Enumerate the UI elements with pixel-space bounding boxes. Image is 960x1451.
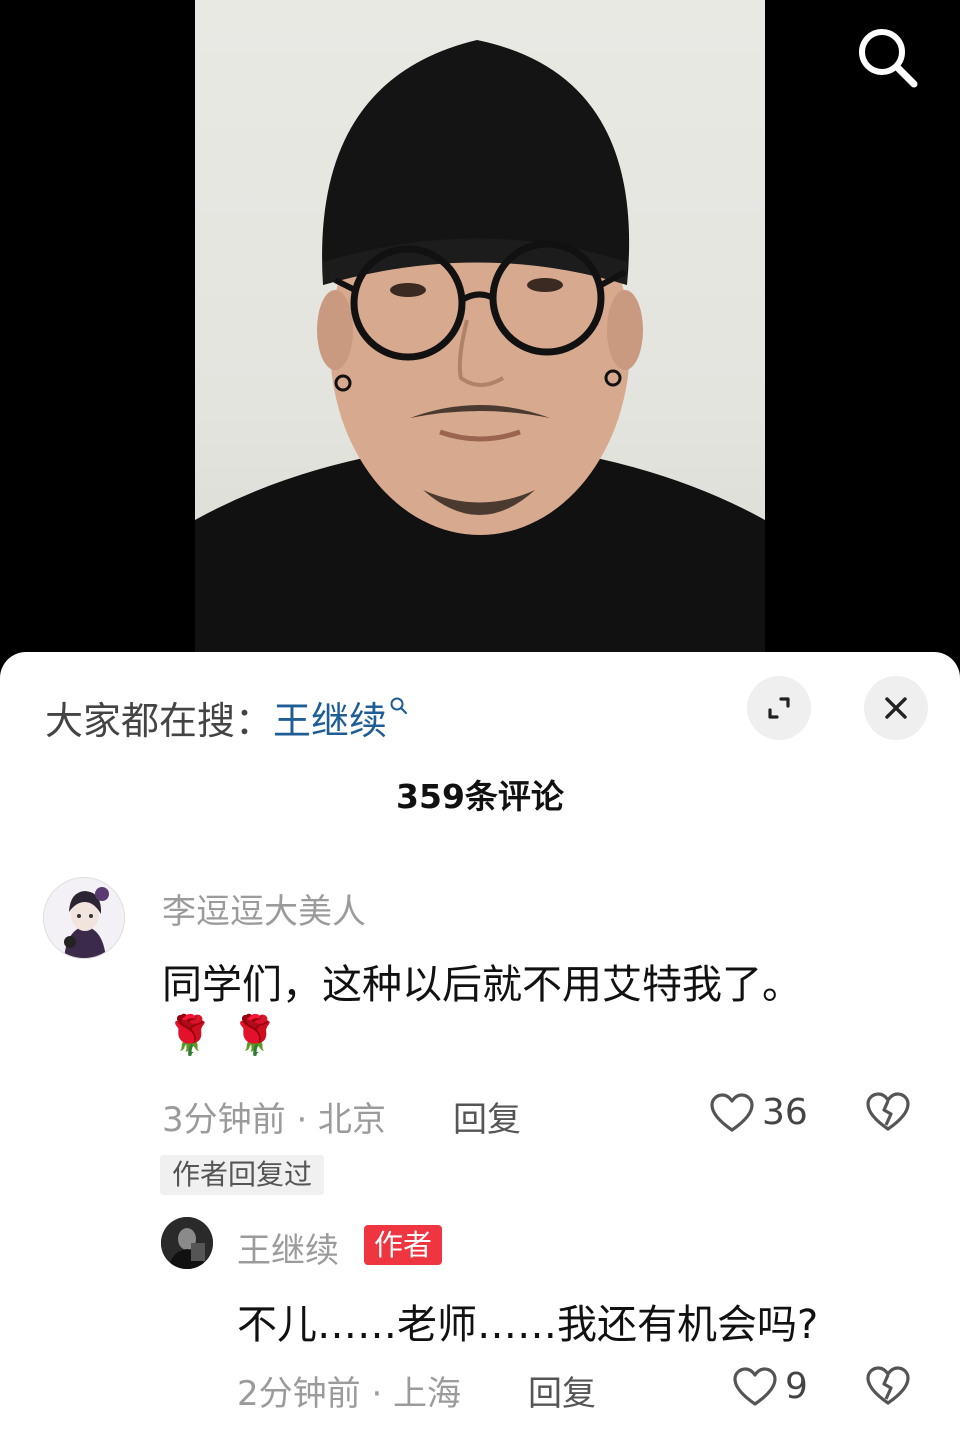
close-icon: [885, 697, 907, 719]
heart-icon: [733, 1366, 777, 1406]
like-count: 36: [762, 1092, 808, 1133]
search-button[interactable]: [852, 22, 924, 94]
comments-sheet: 大家都在搜：王继续 359条评论 李逗逗大美人 同学们，这种以后就不用艾特我了。: [0, 652, 960, 1451]
expand-button[interactable]: [747, 676, 811, 740]
video-frame: [195, 0, 765, 680]
like-count: 9: [785, 1366, 808, 1407]
comment-username[interactable]: 李逗逗大美人: [162, 884, 366, 933]
rose-emoji: 🌹: [166, 1013, 214, 1057]
avatar[interactable]: [161, 1217, 213, 1269]
avatar-image: [161, 1217, 213, 1269]
reply-button[interactable]: 回复: [453, 1092, 521, 1141]
author-replied-tag[interactable]: 作者回复过: [160, 1155, 325, 1195]
reply-text: 不儿……老师……我还有机会吗?: [237, 1302, 819, 1348]
comment-count: 359条评论: [396, 777, 564, 816]
like-button[interactable]: 9: [733, 1366, 808, 1407]
avatar-image: [44, 878, 124, 958]
dislike-button[interactable]: [866, 1366, 910, 1410]
heart-icon: [710, 1092, 754, 1132]
like-button[interactable]: 36: [710, 1092, 808, 1133]
comment-emojis: 🌹 🌹: [166, 1016, 297, 1054]
reply-username[interactable]: 王继续: [237, 1223, 339, 1272]
reply-button[interactable]: 回复: [528, 1366, 596, 1415]
hot-search-bar[interactable]: 大家都在搜：王继续: [45, 690, 409, 745]
rose-emoji: 🌹: [231, 1013, 279, 1057]
author-badge: 作者: [364, 1225, 443, 1265]
avatar[interactable]: [43, 877, 125, 959]
expand-icon: [768, 697, 790, 719]
comment-meta: 3分钟前 · 北京: [162, 1100, 387, 1140]
close-button[interactable]: [864, 676, 928, 740]
dislike-button[interactable]: [866, 1092, 910, 1136]
search-icon: [859, 29, 918, 88]
hot-search-prefix: 大家都在搜：: [45, 699, 274, 743]
broken-heart-icon: [866, 1092, 910, 1131]
video-player[interactable]: [0, 0, 960, 680]
reply-meta: 2分钟前 · 上海: [237, 1374, 462, 1414]
small-search-icon: [390, 697, 408, 715]
comment-text: 同学们，这种以后就不用艾特我了。: [162, 962, 802, 1008]
video-person-image: [195, 40, 765, 680]
broken-heart-icon: [866, 1366, 910, 1405]
hot-search-term[interactable]: 王继续: [273, 699, 387, 743]
